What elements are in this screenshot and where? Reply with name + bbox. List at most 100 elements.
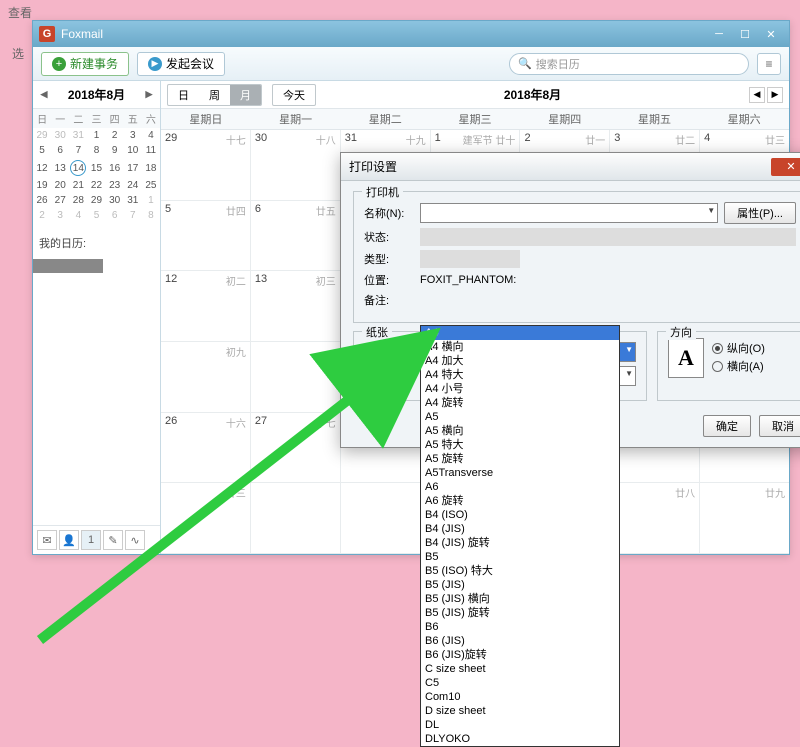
dialog-close-button[interactable]: ✕	[771, 158, 800, 176]
dropdown-option[interactable]: Com10	[421, 690, 619, 704]
dropdown-option[interactable]: D size sheet	[421, 704, 619, 718]
dropdown-option[interactable]: B4 (JIS)	[421, 522, 619, 536]
close-button[interactable]: ✕	[759, 25, 783, 43]
today-button[interactable]: 今天	[272, 84, 316, 106]
mini-cal-day[interactable]: 18	[142, 158, 160, 178]
dropdown-option[interactable]: A4 横向	[421, 340, 619, 354]
mini-cal-day[interactable]: 8	[87, 143, 105, 158]
note-icon[interactable]: ✎	[103, 530, 123, 550]
minimize-button[interactable]: ─	[707, 25, 731, 43]
calendar-day[interactable]: 29十七	[161, 130, 251, 200]
dropdown-option[interactable]: A4 加大	[421, 354, 619, 368]
mini-cal-day[interactable]: 4	[69, 208, 87, 223]
dropdown-option[interactable]: A4 旋转	[421, 396, 619, 410]
calendar-day[interactable]: 廿八	[610, 483, 700, 553]
calendar-day[interactable]	[251, 342, 341, 412]
mini-cal-day[interactable]: 2	[106, 128, 124, 143]
ok-button[interactable]: 确定	[703, 415, 751, 437]
mini-cal-day[interactable]: 17	[124, 158, 142, 178]
dropdown-option[interactable]: A5Transverse	[421, 466, 619, 480]
mini-cal-day[interactable]: 29	[33, 128, 51, 143]
view-day[interactable]: 日	[168, 85, 199, 105]
calendar-icon[interactable]: 1	[81, 530, 101, 550]
mini-cal-day[interactable]: 25	[142, 178, 160, 193]
calendar-day[interactable]: 12初二	[161, 271, 251, 341]
mail-icon[interactable]: ✉	[37, 530, 57, 550]
dropdown-option[interactable]: A6 旋转	[421, 494, 619, 508]
mini-cal-day[interactable]: 19	[33, 178, 51, 193]
start-meeting-button[interactable]: ▶ 发起会议	[137, 52, 225, 76]
dropdown-option[interactable]: A5 旋转	[421, 452, 619, 466]
paper-size-dropdown[interactable]: A4A4 横向A4 加大A4 特大A4 小号A4 旋转A5A5 横向A5 特大A…	[420, 325, 620, 747]
mini-cal-day[interactable]: 13	[51, 158, 69, 178]
mini-cal-day[interactable]: 20	[51, 178, 69, 193]
dropdown-option[interactable]: A5 横向	[421, 424, 619, 438]
dropdown-option[interactable]: B6 (JIS)旋转	[421, 648, 619, 662]
mini-cal-day[interactable]: 29	[87, 193, 105, 208]
dropdown-option[interactable]: C5	[421, 676, 619, 690]
dropdown-option[interactable]: B5 (JIS)	[421, 578, 619, 592]
mini-cal-day[interactable]: 12	[33, 158, 51, 178]
mini-cal-day[interactable]: 15	[87, 158, 105, 178]
mini-cal-day[interactable]: 3	[124, 128, 142, 143]
calendar-day[interactable]	[251, 483, 341, 553]
calendar-day[interactable]: 5廿四	[161, 201, 251, 271]
properties-button[interactable]: 属性(P)...	[724, 202, 796, 224]
main-prev[interactable]: ◀	[749, 87, 765, 103]
mini-cal-day[interactable]: 9	[106, 143, 124, 158]
mini-cal-day[interactable]: 5	[87, 208, 105, 223]
main-next[interactable]: ▶	[767, 87, 783, 103]
mini-cal-day[interactable]: 6	[51, 143, 69, 158]
mini-cal-day[interactable]: 31	[124, 193, 142, 208]
mini-cal-day[interactable]: 21	[69, 178, 87, 193]
dropdown-option[interactable]: B6 (JIS)	[421, 634, 619, 648]
dropdown-option[interactable]: DLYOKO	[421, 732, 619, 746]
dropdown-option[interactable]: B4 (ISO)	[421, 508, 619, 522]
mini-cal-day[interactable]: 14	[69, 158, 87, 178]
calendar-day[interactable]: 30十八	[251, 130, 341, 200]
mini-cal-day[interactable]: 26	[33, 193, 51, 208]
dropdown-option[interactable]: A4 小号	[421, 382, 619, 396]
mini-cal-day[interactable]: 28	[69, 193, 87, 208]
mini-cal-day[interactable]: 31	[69, 128, 87, 143]
calendar-day[interactable]: 廿九	[700, 483, 789, 553]
mini-cal-day[interactable]: 2	[33, 208, 51, 223]
landscape-radio[interactable]: 横向(A)	[712, 358, 796, 374]
view-week[interactable]: 周	[199, 85, 230, 105]
mini-cal-day[interactable]: 11	[142, 143, 160, 158]
calendar-item[interactable]	[33, 259, 103, 273]
mini-cal-prev[interactable]: ◀	[37, 88, 51, 102]
dropdown-option[interactable]: A4	[421, 326, 619, 340]
rss-icon[interactable]: ∿	[125, 530, 145, 550]
mini-cal-day[interactable]: 5	[33, 143, 51, 158]
mini-cal-day[interactable]: 6	[106, 208, 124, 223]
menu-button[interactable]: ≡	[757, 53, 781, 75]
dropdown-option[interactable]: B5 (JIS) 旋转	[421, 606, 619, 620]
calendar-day[interactable]: 13初三	[251, 271, 341, 341]
calendar-day[interactable]: 6廿五	[251, 201, 341, 271]
calendar-day[interactable]: 初九	[161, 342, 251, 412]
view-month[interactable]: 月	[230, 85, 261, 105]
dropdown-option[interactable]: B5 (ISO) 特大	[421, 564, 619, 578]
dropdown-option[interactable]: A4 特大	[421, 368, 619, 382]
dropdown-option[interactable]: A5 特大	[421, 438, 619, 452]
mini-cal-day[interactable]: 7	[69, 143, 87, 158]
dropdown-option[interactable]: B4 (JIS) 旋转	[421, 536, 619, 550]
contact-icon[interactable]: 👤	[59, 530, 79, 550]
cancel-button[interactable]: 取消	[759, 415, 800, 437]
mini-cal-day[interactable]: 4	[142, 128, 160, 143]
maximize-button[interactable]: ☐	[733, 25, 757, 43]
search-input[interactable]: 🔍 搜索日历	[509, 53, 749, 75]
mini-cal-next[interactable]: ▶	[142, 88, 156, 102]
mini-cal-day[interactable]: 8	[142, 208, 160, 223]
mini-cal-day[interactable]: 1	[87, 128, 105, 143]
calendar-day[interactable]: 27十七	[251, 413, 341, 483]
mini-cal-day[interactable]: 10	[124, 143, 142, 158]
mini-cal-day[interactable]: 30	[51, 128, 69, 143]
calendar-day[interactable]	[341, 483, 431, 553]
mini-cal-day[interactable]: 3	[51, 208, 69, 223]
printer-select[interactable]	[420, 203, 718, 223]
dropdown-option[interactable]: B6	[421, 620, 619, 634]
dropdown-option[interactable]: B5 (JIS) 横向	[421, 592, 619, 606]
mini-cal-day[interactable]: 23	[106, 178, 124, 193]
